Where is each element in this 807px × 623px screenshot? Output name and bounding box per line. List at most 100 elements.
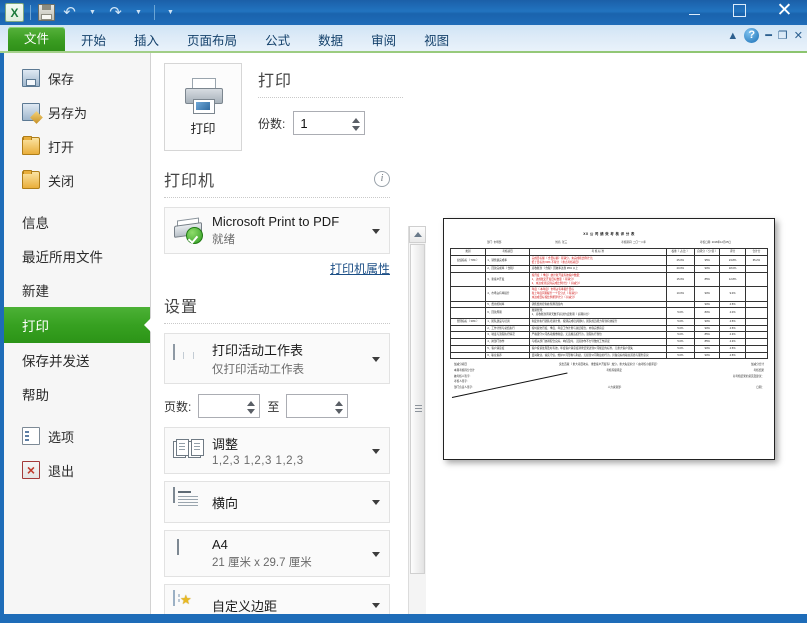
pages-from-decrement-icon[interactable]	[247, 409, 255, 414]
paper-size-select[interactable]: A4 21 厘米 x 29.7 厘米	[164, 530, 390, 577]
settings-scrollbar[interactable]	[408, 226, 426, 623]
undo-icon[interactable]: ↶	[59, 3, 80, 23]
nav-spacer-2	[4, 411, 150, 419]
maximize-button[interactable]	[717, 0, 762, 21]
pages-label: 页数:	[164, 398, 191, 415]
tab-home[interactable]: 开始	[69, 30, 118, 52]
copies-decrement-icon[interactable]	[352, 126, 360, 131]
nav-item-open[interactable]: 打开	[4, 129, 150, 163]
nav-item-exit[interactable]: 退出	[4, 453, 150, 487]
pages-from-increment-icon[interactable]	[247, 401, 255, 406]
table-cell: 1、销售额完成率	[485, 255, 529, 266]
table-cell: 90%	[695, 287, 720, 301]
copies-increment-icon[interactable]	[352, 118, 360, 123]
minimize-button[interactable]	[672, 0, 717, 21]
table-header-row: 类别 考核项目 考 核 标 准 权重（ 占 比 ） 自评分（ 分 值 ） 评分 …	[451, 249, 768, 256]
tab-view[interactable]: 视图	[412, 30, 461, 52]
copies-spin-buttons[interactable]	[352, 113, 360, 135]
chevron-down-icon[interactable]	[372, 449, 380, 454]
table-cell: 18.0%	[720, 266, 745, 273]
pages-to-increment-icon[interactable]	[335, 401, 343, 406]
meta-department: 部门: 市场部	[487, 240, 501, 244]
settings-divider	[164, 323, 390, 324]
pages-range-row: 页数: 至	[164, 394, 390, 418]
table-cell: 5.0%	[666, 352, 695, 359]
table-cell: 5.0%	[666, 339, 695, 346]
info-icon[interactable]: i	[374, 171, 390, 187]
printer-section-title: 打印机	[164, 167, 215, 191]
print-button[interactable]: 打印	[164, 63, 242, 151]
restore-window-icon[interactable]: ━	[765, 29, 772, 42]
table-row: 6、职业素养爱岗敬业，诚实守信，维护公司形象与利益，无损害公司利益的行为，具备良…	[451, 352, 768, 359]
collation-sub: 1,2,3 1,2,3 1,2,3	[212, 455, 381, 467]
nav-item-options[interactable]: 选项	[4, 419, 150, 453]
scrollbar-thumb[interactable]	[410, 244, 425, 574]
collapse-ribbon-icon[interactable]: ▲	[727, 30, 738, 42]
table-cell: 4.3%	[720, 332, 745, 339]
nav-item-save-and-send[interactable]: 保存并发送	[4, 343, 150, 377]
scroll-up-button[interactable]	[409, 226, 426, 243]
nav-item-recent[interactable]: 最近所用文件	[4, 239, 150, 273]
nav-label-new: 新建	[22, 280, 49, 300]
footer-mid-1: 考核等级评定	[606, 368, 622, 374]
footer-diagonal-line	[452, 373, 562, 399]
copies-input[interactable]	[294, 112, 350, 134]
tab-file[interactable]: 文件	[8, 27, 65, 52]
tab-insert[interactable]: 插入	[122, 30, 171, 52]
orientation-select[interactable]: 横向	[164, 481, 390, 523]
table-cell	[451, 287, 486, 301]
close-button[interactable]: ✕	[762, 0, 807, 21]
orientation-main: 横向	[212, 493, 381, 512]
pages-to-input[interactable]	[287, 395, 333, 417]
nav-item-save[interactable]: 保存	[4, 61, 150, 95]
redo-icon[interactable]: ↷	[105, 3, 126, 23]
collation-select[interactable]: 调整 1,2,3 1,2,3 1,2,3	[164, 427, 390, 474]
printer-properties-link[interactable]: 打印机属性	[330, 260, 390, 277]
preview-page[interactable]: XX 公 司 绩 效 考 核 评 分 表 部门: 市场部 姓名: 张三 考核期间…	[443, 218, 775, 460]
table-cell	[745, 287, 767, 301]
print-section-title: 打印	[258, 67, 403, 91]
pages-to-decrement-icon[interactable]	[335, 409, 343, 414]
redo-dropdown-icon[interactable]: ▼	[128, 3, 149, 23]
landscape-icon	[173, 488, 203, 516]
copies-stepper[interactable]	[293, 111, 365, 135]
excel-logo-icon[interactable]: X	[4, 3, 25, 23]
table-cell	[451, 273, 486, 287]
table-cell	[666, 301, 695, 308]
chevron-down-icon[interactable]	[372, 229, 380, 234]
nav-item-help[interactable]: 帮助	[4, 377, 150, 411]
table-cell	[451, 345, 486, 352]
chevron-down-icon[interactable]	[372, 603, 380, 608]
pages-to-stepper[interactable]	[286, 394, 348, 418]
close-window-icon[interactable]: ✕	[794, 29, 803, 42]
table-row: 2、工作计划与总结执行按时提交月度、季度、年度工作计划与总结报告，内容完整真实5…	[451, 325, 768, 332]
tab-formulas[interactable]: 公式	[253, 30, 302, 52]
table-cell: 15.0%	[666, 273, 695, 287]
undo-dropdown-icon[interactable]: ▼	[82, 3, 103, 23]
chevron-down-icon[interactable]	[372, 552, 380, 557]
chevron-down-icon[interactable]	[372, 500, 380, 505]
customize-qat-icon[interactable]: ▼	[160, 3, 181, 23]
nav-item-save-as[interactable]: 另存为	[4, 95, 150, 129]
table-cell	[745, 318, 767, 325]
pages-from-stepper[interactable]	[198, 394, 260, 418]
table-cell: 3、制度与流程执行情况	[485, 332, 529, 339]
table-cell: 应收账款（ 含税）回收率达到 95% 以上	[530, 266, 666, 273]
nav-item-close[interactable]: 关闭	[4, 163, 150, 197]
nav-item-info[interactable]: 信息	[4, 205, 150, 239]
table-cell: 销售费用控制在预算范围内	[530, 301, 666, 308]
maximize-window-icon[interactable]: ❐	[778, 29, 788, 42]
tab-page-layout[interactable]: 页面布局	[175, 30, 249, 52]
chevron-down-icon[interactable]	[372, 357, 380, 362]
printer-select[interactable]: Microsoft Print to PDF 就绪	[164, 207, 390, 254]
print-range-select[interactable]: 打印活动工作表 仅打印活动工作表	[164, 333, 390, 384]
nav-item-print[interactable]: 打印	[4, 307, 150, 343]
tab-data[interactable]: 数据	[306, 30, 355, 52]
table-cell: 管理指标（ 30% ）	[451, 318, 486, 325]
help-icon[interactable]: ?	[744, 28, 759, 43]
tab-review[interactable]: 审阅	[359, 30, 408, 52]
save-icon[interactable]	[36, 3, 57, 23]
pages-from-input[interactable]	[199, 395, 245, 417]
nav-label-save-and-send: 保存并发送	[22, 350, 90, 370]
nav-item-new[interactable]: 新建	[4, 273, 150, 307]
